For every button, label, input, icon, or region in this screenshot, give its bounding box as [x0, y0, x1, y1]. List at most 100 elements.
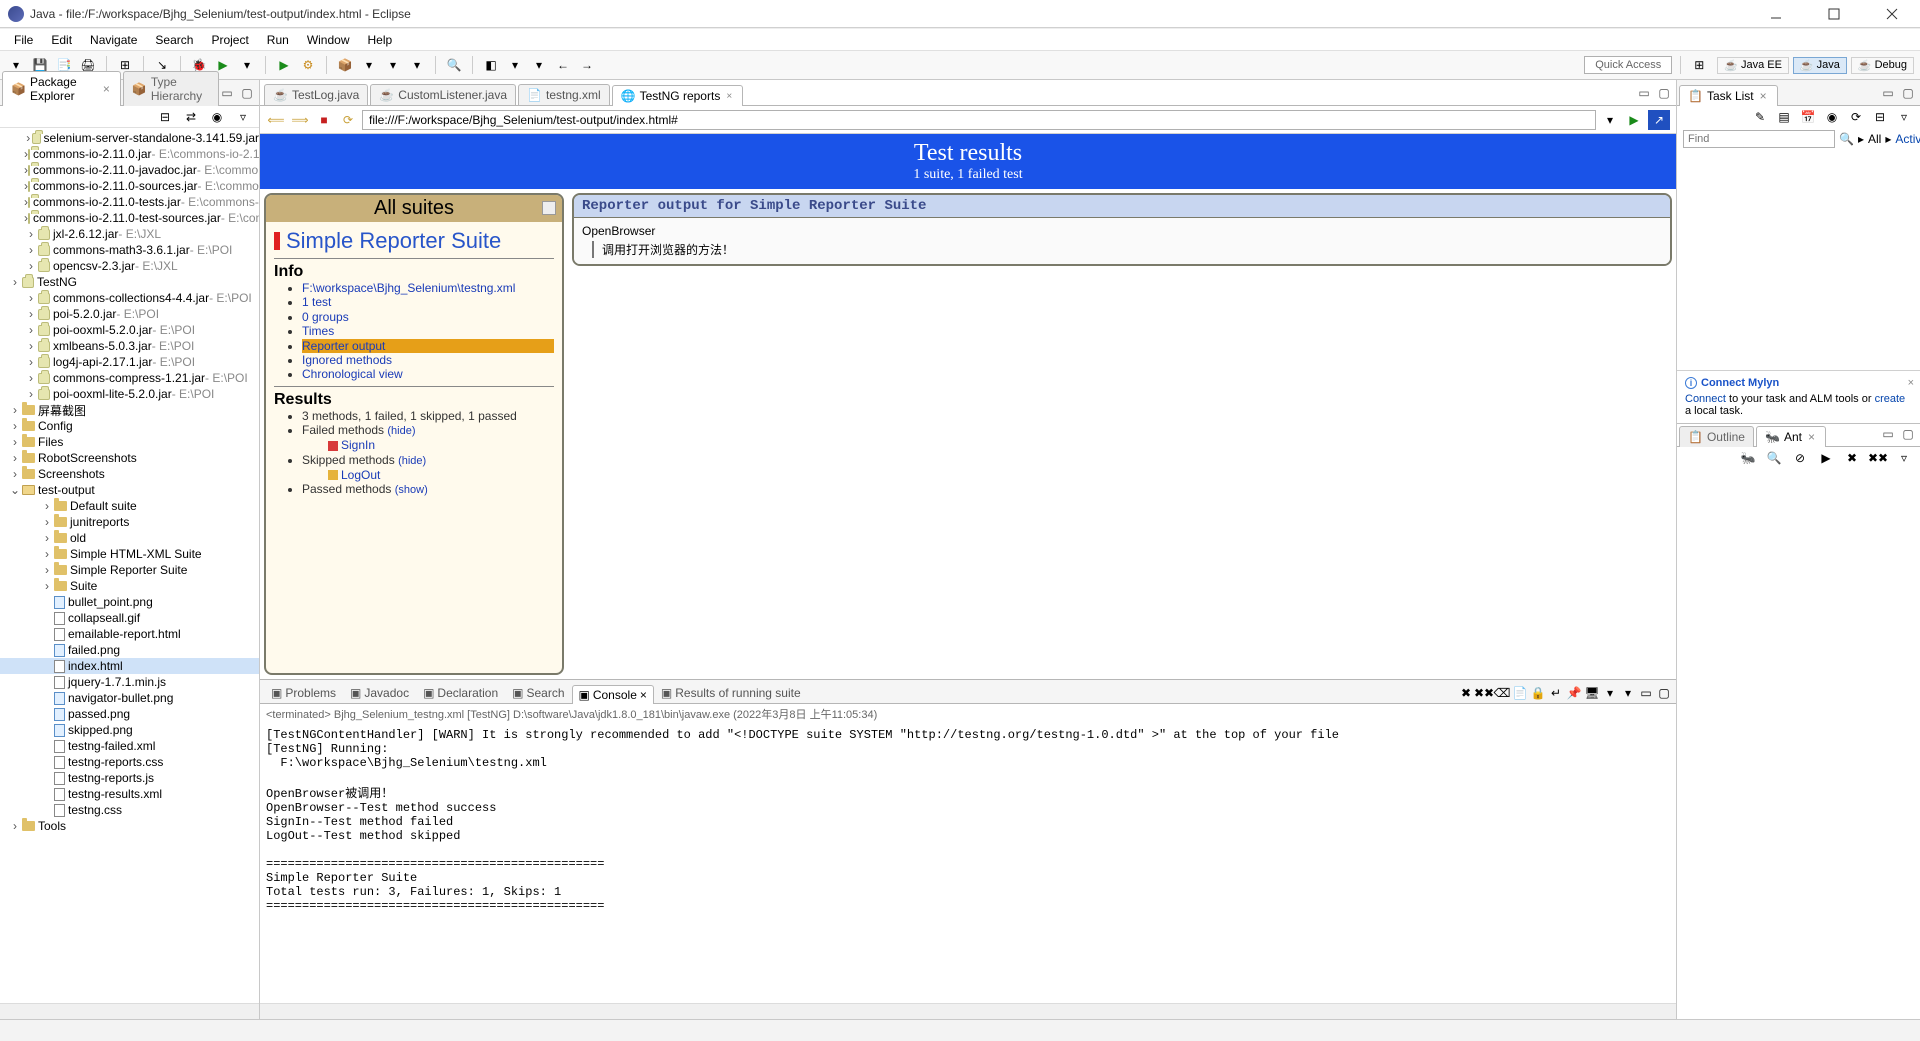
menu-project[interactable]: Project [203, 31, 256, 49]
search-button[interactable]: 🔍 [444, 55, 464, 75]
twisty-icon[interactable]: › [8, 467, 22, 481]
twisty-icon[interactable] [40, 739, 54, 753]
tab-declaration[interactable]: ▣Declaration [416, 683, 505, 703]
go-icon[interactable]: ▶ [1624, 110, 1644, 130]
prev-annotation-button[interactable]: ▾ [529, 55, 549, 75]
scrollock-icon[interactable]: 🔒 [1530, 685, 1546, 701]
tab-task-list[interactable]: 📋Task List× [1679, 85, 1778, 106]
add-build-icon[interactable]: 🐜 [1738, 448, 1758, 468]
editor-tab-testlog-java[interactable]: ☕TestLog.java [264, 84, 368, 105]
info-item[interactable]: Times [302, 324, 554, 338]
failed-item[interactable]: SignIn [328, 438, 554, 452]
twisty-icon[interactable] [40, 691, 54, 705]
tree-item[interactable]: ›Files [0, 434, 259, 450]
tree-item[interactable]: ›Simple Reporter Suite [0, 562, 259, 578]
info-item[interactable]: Reporter output [302, 339, 554, 353]
maximize-button[interactable] [1814, 2, 1854, 26]
twisty-icon[interactable]: › [24, 243, 38, 257]
tab-package-explorer[interactable]: 📦Package Explorer× [2, 71, 121, 106]
twisty-icon[interactable] [40, 627, 54, 641]
toggle-breadcrumb-button[interactable]: ◧ [481, 55, 501, 75]
run-target-icon[interactable]: ▶ [1816, 448, 1836, 468]
twisty-icon[interactable]: › [40, 563, 54, 577]
maximize-view-icon[interactable]: ▢ [239, 85, 255, 101]
next-annotation-button[interactable]: ▾ [505, 55, 525, 75]
minimize-editor-icon[interactable]: ▭ [1636, 85, 1652, 101]
twisty-icon[interactable] [40, 611, 54, 625]
tree-item[interactable]: ›commons-io-2.11.0.jar - E:\commons-io-2… [0, 146, 259, 162]
twisty-icon[interactable] [40, 755, 54, 769]
tree-item[interactable]: ›TestNG [0, 274, 259, 290]
tree-item[interactable]: testng-failed.xml [0, 738, 259, 754]
twisty-icon[interactable]: › [8, 419, 22, 433]
tree-hscrollbar[interactable] [0, 1003, 259, 1019]
close-icon[interactable]: × [1908, 377, 1914, 389]
show-link[interactable]: (show) [395, 484, 428, 496]
tree-item[interactable]: ›Screenshots [0, 466, 259, 482]
tree-item[interactable]: testng.css [0, 802, 259, 818]
menu-window[interactable]: Window [299, 31, 358, 49]
tree-item[interactable]: ›屏幕截图 [0, 402, 259, 418]
back-icon[interactable]: ⟸ [266, 110, 286, 130]
tree-item[interactable]: ›Config [0, 418, 259, 434]
new-type-button[interactable]: ▾ [383, 55, 403, 75]
refresh-icon[interactable]: ⟳ [338, 110, 358, 130]
tree-item[interactable]: ›commons-collections4-4.4.jar - E:\POI [0, 290, 259, 306]
info-item[interactable]: 1 test [302, 295, 554, 309]
twisty-icon[interactable]: › [24, 387, 38, 401]
tree-item[interactable]: ›RobotScreenshots [0, 450, 259, 466]
tree-item[interactable]: ›poi-ooxml-5.2.0.jar - E:\POI [0, 322, 259, 338]
tab-search[interactable]: ▣Search [505, 683, 571, 703]
pin-icon[interactable]: 📌 [1566, 685, 1582, 701]
categorize-icon[interactable]: ▤ [1774, 107, 1794, 127]
runext-button[interactable]: ⚙ [298, 55, 318, 75]
display-icon[interactable]: 🖥 [1584, 685, 1600, 701]
info-item[interactable]: 0 groups [302, 310, 554, 324]
tree-item[interactable]: ›commons-io-2.11.0-sources.jar - E:\comm… [0, 178, 259, 194]
menu-file[interactable]: File [6, 31, 41, 49]
perspective-debug[interactable]: ☕Debug [1851, 57, 1914, 74]
hide-icon[interactable]: ⊘ [1790, 448, 1810, 468]
twisty-icon[interactable]: › [24, 371, 38, 385]
tree-item[interactable]: passed.png [0, 706, 259, 722]
maximize-view-icon[interactable]: ▢ [1900, 85, 1916, 101]
menu-navigate[interactable]: Navigate [82, 31, 145, 49]
quick-access[interactable]: Quick Access [1584, 56, 1672, 74]
remove-icon[interactable]: ✖✖ [1476, 685, 1492, 701]
twisty-icon[interactable]: › [8, 435, 22, 449]
clear-icon[interactable]: 📄 [1512, 685, 1528, 701]
twisty-icon[interactable] [40, 675, 54, 689]
menu-help[interactable]: Help [360, 31, 401, 49]
tree-item[interactable]: ›xmlbeans-5.0.3.jar - E:\POI [0, 338, 259, 354]
tree-item[interactable]: testng-results.xml [0, 786, 259, 802]
tree-item[interactable]: ›commons-io-2.11.0-javadoc.jar - E:\comm… [0, 162, 259, 178]
tree-item[interactable]: ›poi-5.2.0.jar - E:\POI [0, 306, 259, 322]
twisty-icon[interactable] [40, 707, 54, 721]
close-icon[interactable]: × [101, 82, 112, 96]
close-icon[interactable]: × [1806, 430, 1817, 444]
twisty-icon[interactable]: › [40, 579, 54, 593]
connect-link[interactable]: Connect [1685, 393, 1726, 405]
tab-type-hierarchy[interactable]: 📦Type Hierarchy [123, 71, 219, 106]
coverage-button[interactable]: ▾ [237, 55, 257, 75]
tree-item[interactable]: ›commons-io-2.11.0-test-sources.jar - E:… [0, 210, 259, 226]
collapse-icon[interactable] [542, 201, 556, 215]
twisty-icon[interactable] [40, 723, 54, 737]
tree-item[interactable]: ›Default suite [0, 498, 259, 514]
wordwrap-icon[interactable]: ↵ [1548, 685, 1564, 701]
view-menu-icon[interactable]: ▿ [233, 107, 253, 127]
skipped-item[interactable]: LogOut [328, 468, 554, 482]
close-icon[interactable]: × [1758, 89, 1769, 103]
twisty-icon[interactable]: › [24, 291, 38, 305]
tab-results-of-running-suite[interactable]: ▣Results of running suite [654, 683, 808, 703]
tab-outline[interactable]: 📋Outline [1679, 426, 1754, 447]
twisty-icon[interactable]: › [40, 499, 54, 513]
menu-search[interactable]: Search [147, 31, 201, 49]
search-build-icon[interactable]: 🔍 [1764, 448, 1784, 468]
twisty-icon[interactable]: › [24, 131, 32, 145]
terminate-icon[interactable]: ✖ [1458, 685, 1474, 701]
new-package-button[interactable]: 📦 [335, 55, 355, 75]
info-item[interactable]: Chronological view [302, 367, 554, 381]
tree-item[interactable]: failed.png [0, 642, 259, 658]
minimize-view-icon[interactable]: ▭ [219, 85, 235, 101]
